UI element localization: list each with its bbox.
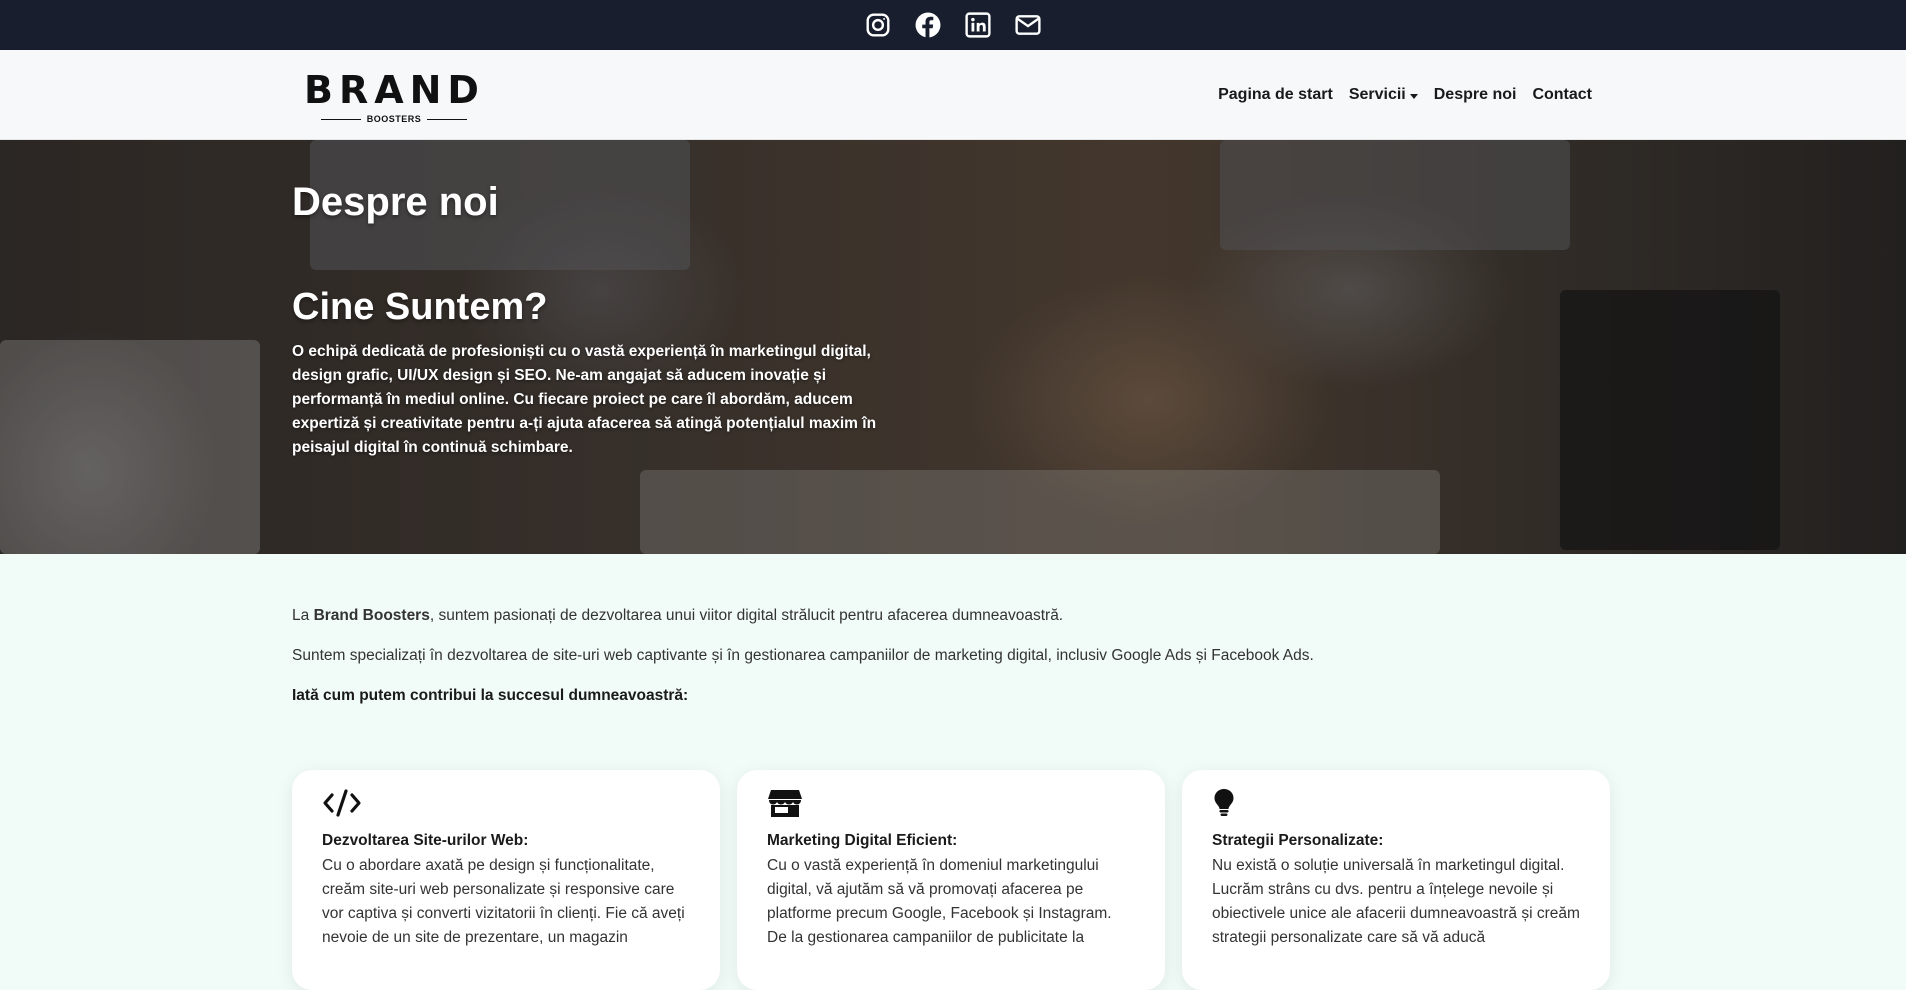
card-text: Nu există o soluție universală în market… [1212, 857, 1580, 946]
intro-paragraph-1: La Brand Boosters, suntem pasionați de d… [292, 604, 1632, 627]
hero-overlay [0, 140, 1906, 554]
facebook-icon[interactable] [915, 12, 941, 38]
card-title: Strategii Personalizate: [1212, 832, 1384, 849]
nav-home-link[interactable]: Pagina de start [1218, 86, 1333, 104]
hero-banner: Despre noi Cine Suntem? O echipă dedicat… [0, 140, 1906, 554]
nav-services-label: Servicii [1348, 86, 1406, 103]
nav-services-dropdown[interactable]: Servicii [1349, 86, 1418, 104]
envelope-icon[interactable] [1015, 12, 1041, 38]
logo-line-right [427, 118, 468, 120]
page-title: Despre noi [292, 180, 499, 224]
social-bar [0, 0, 1906, 50]
service-card-web: Dezvoltarea Site-urilor Web: Cu o aborda… [292, 770, 720, 990]
logo-sub-text: BOOSTERS [366, 114, 422, 124]
brand-logo[interactable]: BRAND BOOSTERS [304, 64, 484, 128]
intro-brand-name: Brand Boosters [313, 607, 430, 624]
code-icon [322, 788, 690, 818]
card-title: Dezvoltarea Site-urilor Web: [322, 832, 529, 849]
intro-p1-suffix: , suntem pasionați de dezvoltarea unui v… [429, 607, 1064, 624]
service-card-strategy: Strategii Personalizate: Nu există o sol… [1182, 770, 1610, 990]
shop-icon [767, 788, 1135, 818]
services-cards: Dezvoltarea Site-urilor Web: Cu o aborda… [292, 770, 1610, 990]
card-title: Marketing Digital Eficient: [767, 832, 958, 849]
nav-contact-link[interactable]: Contact [1532, 86, 1592, 104]
instagram-icon[interactable] [865, 12, 891, 38]
intro-p1-prefix: La [292, 607, 314, 624]
lightbulb-icon [1212, 788, 1580, 818]
logo-main-text: BRAND [304, 68, 485, 112]
hero-heading: Cine Suntem? [292, 286, 548, 328]
service-card-marketing: Marketing Digital Eficient: Cu o vastă e… [737, 770, 1165, 990]
card-text: Cu o abordare axată pe design și funcțio… [322, 857, 685, 946]
intro-paragraph-3: Iată cum putem contribui la succesul dum… [292, 687, 689, 704]
navbar: BRAND BOOSTERS Pagina de start Servicii … [0, 50, 1906, 140]
intro-paragraph-2: Suntem specializați în dezvoltarea de si… [292, 647, 1314, 664]
card-text: Cu o vastă experiență în domeniul market… [767, 857, 1112, 946]
nav-menu: Pagina de start Servicii Despre noi Cont… [1218, 50, 1592, 140]
hero-description: O echipă dedicată de profesioniști cu o … [292, 343, 877, 456]
linkedin-icon[interactable] [965, 12, 991, 38]
nav-about-link[interactable]: Despre noi [1434, 86, 1517, 104]
intro-section: La Brand Boosters, suntem pasionați de d… [292, 604, 1632, 724]
logo-line-left [320, 118, 361, 120]
caret-down-icon [1409, 93, 1418, 99]
